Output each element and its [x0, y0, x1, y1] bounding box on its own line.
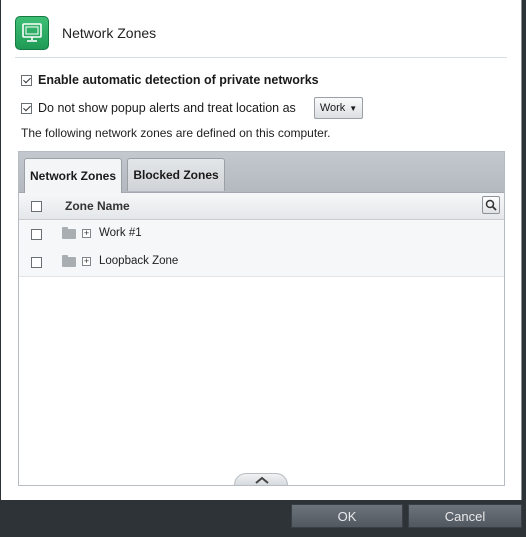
- header-divider: [15, 57, 507, 58]
- dialog-header: Network Zones: [15, 16, 507, 50]
- auto-detect-checkbox[interactable]: [21, 74, 32, 86]
- collapse-panel-button[interactable]: [234, 473, 288, 485]
- auto-detect-option[interactable]: Enable automatic detection of private ne…: [21, 73, 319, 87]
- search-icon: [485, 199, 497, 211]
- location-select-value: Work: [319, 102, 346, 114]
- no-popup-option[interactable]: Do not show popup alerts and treat locat…: [21, 97, 364, 119]
- no-popup-label: Do not show popup alerts and treat locat…: [38, 101, 296, 115]
- tab-network-zones[interactable]: Network Zones: [24, 158, 122, 193]
- table-row[interactable]: + Work #1: [19, 220, 504, 249]
- dialog-title: Network Zones: [62, 25, 157, 41]
- zones-description: The following network zones are defined …: [21, 126, 331, 140]
- zone-name: Loopback Zone: [99, 255, 179, 267]
- network-monitor-icon: [15, 16, 49, 50]
- expand-icon[interactable]: +: [82, 257, 91, 266]
- folder-icon: [62, 227, 76, 239]
- tab-bar: Network Zones Blocked Zones: [19, 152, 504, 193]
- chevron-down-icon: ▼: [349, 103, 358, 113]
- auto-detect-label: Enable automatic detection of private ne…: [38, 73, 319, 87]
- location-select[interactable]: Work ▼: [313, 97, 364, 119]
- folder-icon: [62, 255, 76, 267]
- zones-panel: Network Zones Blocked Zones Zone Name + …: [18, 151, 505, 486]
- tab-blocked-zones[interactable]: Blocked Zones: [127, 158, 225, 191]
- table-row[interactable]: + Loopback Zone: [19, 248, 504, 277]
- cancel-button[interactable]: Cancel: [408, 504, 522, 528]
- zone-name: Work #1: [99, 227, 142, 239]
- ok-button[interactable]: OK: [291, 504, 403, 528]
- expand-icon[interactable]: +: [82, 229, 91, 238]
- network-zones-dialog: Network Zones Enable automatic detection…: [1, 0, 522, 500]
- no-popup-checkbox[interactable]: [21, 102, 32, 114]
- row-checkbox[interactable]: [31, 229, 42, 240]
- chevron-up-icon: [255, 476, 269, 484]
- search-button[interactable]: [482, 196, 500, 214]
- column-header-zone-name[interactable]: Zone Name: [65, 199, 130, 213]
- table-header: Zone Name: [19, 193, 504, 220]
- row-checkbox[interactable]: [31, 257, 42, 268]
- select-all-checkbox[interactable]: [31, 201, 42, 212]
